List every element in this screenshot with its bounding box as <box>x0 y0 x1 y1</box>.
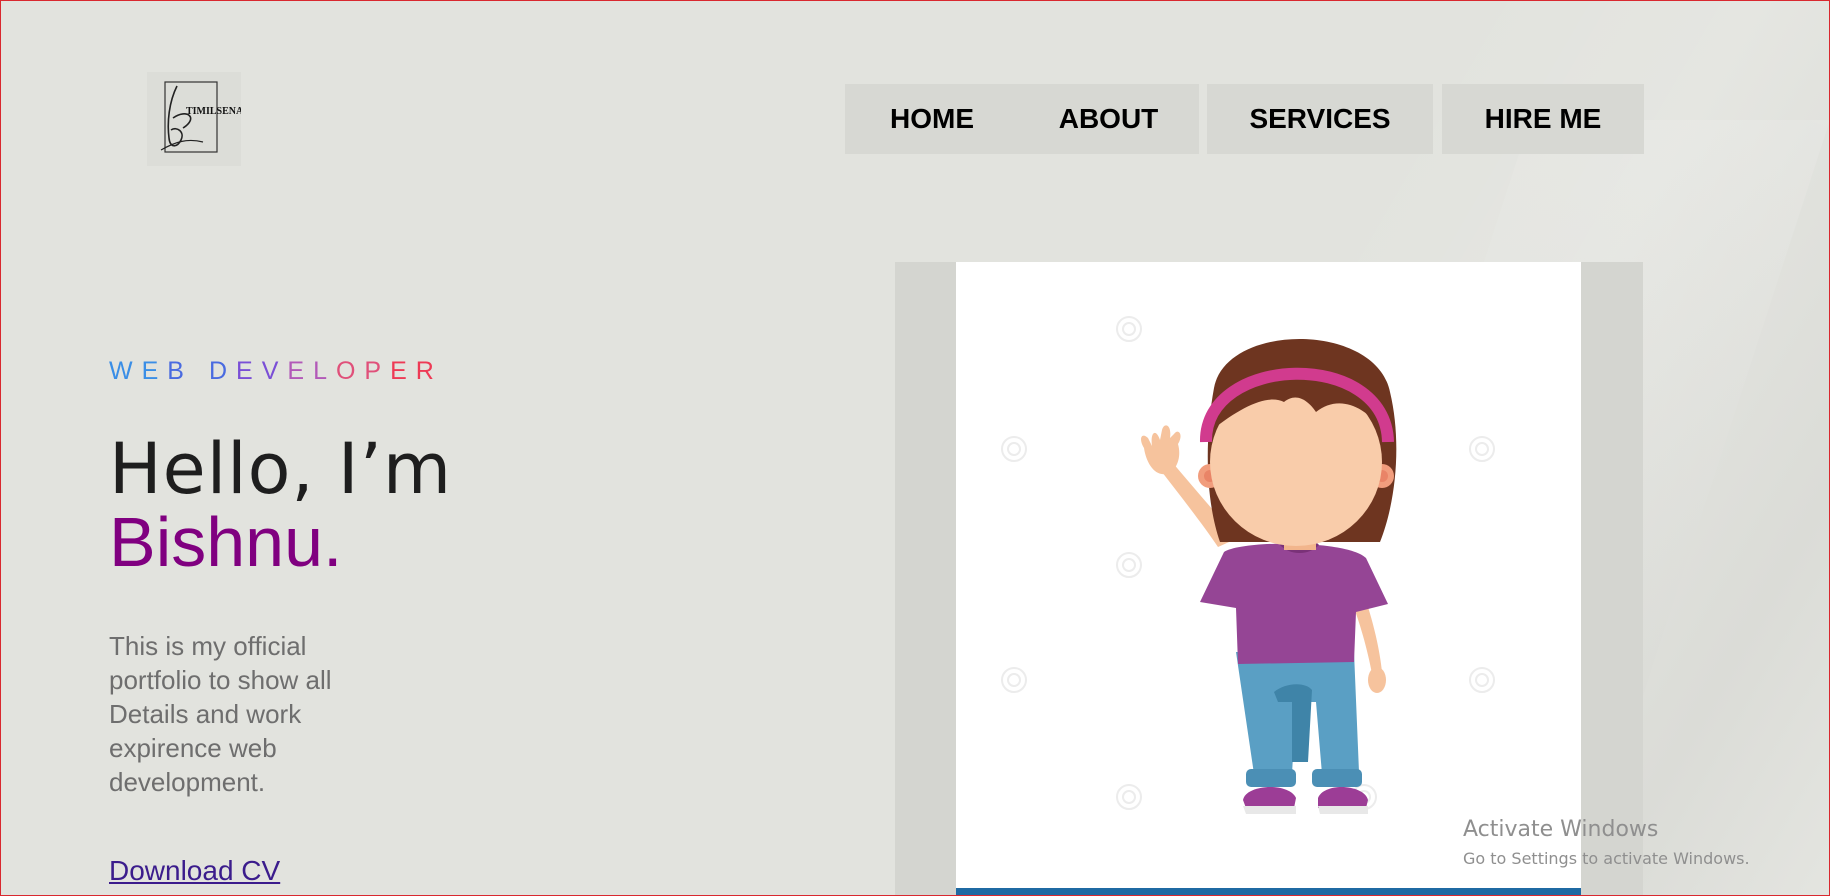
image-card-bar <box>956 888 1581 896</box>
nav-item-hire-me[interactable]: HIRE ME <box>1442 84 1644 154</box>
subtitle-letter: V <box>261 357 288 385</box>
download-cv-link[interactable]: Download CV <box>109 855 280 887</box>
hero-name: Bishnu. <box>109 503 343 581</box>
subtitle-letter: E <box>236 357 262 385</box>
subtitle-letter: E <box>287 357 314 385</box>
hero-greeting: Hello, I’m <box>109 428 453 510</box>
activation-title: Activate Windows <box>1463 817 1659 842</box>
subtitle-letter: D <box>208 357 236 385</box>
hero-subtitle: WEB DEVELOPER <box>109 357 443 386</box>
signature-logo-icon: TIMILSENA <box>160 81 241 153</box>
nav-item-services[interactable]: SERVICES <box>1207 84 1433 154</box>
hero-image <box>956 262 1581 896</box>
windows-activation-watermark: Activate Windows Go to Settings to activ… <box>1463 817 1750 868</box>
site-logo[interactable]: TIMILSENA <box>147 72 241 166</box>
subtitle-letter: E <box>390 357 416 385</box>
subtitle-letter: W <box>109 357 142 385</box>
nav-item-about[interactable]: ABOUT <box>1018 84 1199 154</box>
subtitle-letter: E <box>141 357 168 385</box>
subtitle-letter <box>193 357 209 386</box>
girl-waving-illustration-icon <box>1001 316 1495 814</box>
nav-item-home[interactable]: HOME <box>845 84 1019 154</box>
logo-text: TIMILSENA <box>186 106 241 117</box>
activation-subtitle: Go to Settings to activate Windows. <box>1463 849 1750 868</box>
subtitle-letter: O <box>335 357 365 385</box>
subtitle-letter: L <box>313 357 336 385</box>
subtitle-letter: B <box>167 357 193 385</box>
hero-description: This is my official portfolio to show al… <box>109 631 332 797</box>
subtitle-letter: P <box>364 357 391 385</box>
subtitle-letter: R <box>415 357 443 385</box>
